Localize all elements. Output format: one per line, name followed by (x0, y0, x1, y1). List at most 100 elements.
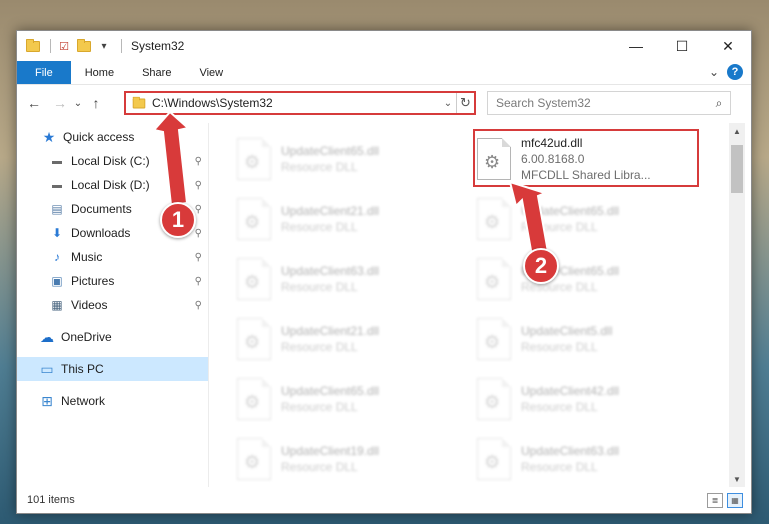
computer-icon: ▭ (40, 360, 54, 377)
sidebar-item-label: Local Disk (D:) (71, 178, 150, 192)
file-item[interactable]: ⚙ UpdateClient5.dll Resource DLL (477, 311, 707, 367)
drive-icon: ▬ (52, 155, 62, 167)
pin-icon[interactable]: ⚲ (195, 228, 202, 239)
search-box[interactable]: Search System32 ⌕ (487, 91, 731, 115)
new-folder-icon[interactable] (76, 38, 92, 54)
pin-icon[interactable]: ⚲ (195, 204, 202, 215)
file-name: UpdateClient63.dll (521, 444, 620, 458)
pin-icon[interactable]: ⚲ (195, 300, 202, 311)
tab-share[interactable]: Share (128, 61, 185, 84)
videos-icon: ▦ (51, 298, 63, 312)
file-item[interactable]: ⚙ UpdateClient65.dll Resource DLL (237, 371, 467, 427)
star-icon: ★ (42, 128, 56, 145)
sidebar-item-label: This PC (61, 362, 104, 376)
step-badge-2: 2 (523, 248, 559, 284)
dll-file-icon: ⚙ (237, 198, 271, 240)
vertical-scrollbar[interactable]: ▲ ▼ (729, 123, 745, 487)
sidebar-item-network[interactable]: ⊞ Network (17, 389, 208, 413)
folder-icon (132, 96, 146, 108)
sidebar-item-local-disk-c[interactable]: ▬ Local Disk (C:) ⚲ (17, 149, 208, 173)
gear-icon: ⚙ (484, 212, 501, 232)
scroll-up-icon[interactable]: ▲ (729, 123, 745, 139)
sidebar-item-label: Documents (71, 202, 132, 216)
details-view-icon[interactable]: ≣ (707, 493, 723, 508)
sidebar-item-pictures[interactable]: ▣ Pictures ⚲ (17, 269, 208, 293)
dll-file-icon: ⚙ (477, 378, 511, 420)
gear-icon: ⚙ (244, 272, 261, 292)
tab-file[interactable]: File (17, 61, 71, 84)
file-item[interactable]: ⚙ UpdateClient63.dll Resource DLL (477, 431, 707, 487)
chevron-down-icon[interactable]: ⌄ (440, 98, 456, 109)
dll-file-icon: ⚙ (477, 258, 511, 300)
recent-locations-button[interactable]: ⌄ (71, 92, 85, 114)
up-button[interactable]: ↑ (85, 92, 107, 114)
file-item[interactable]: ⚙ UpdateClient63.dll Resource DLL (237, 251, 467, 307)
divider (50, 39, 51, 53)
file-item[interactable]: ⚙ UpdateClient21.dll Resource DLL (237, 191, 467, 247)
file-type: Resource DLL (281, 280, 358, 294)
file-item[interactable]: ⚙ UpdateClient65.dll Resource DLL (477, 191, 707, 247)
address-bar[interactable]: C:\Windows\System32 ⌄ ↻ (124, 91, 476, 115)
back-button[interactable]: ← (23, 92, 45, 114)
forward-button[interactable]: → (49, 92, 71, 114)
file-item[interactable]: ⚙ UpdateClient65.dll Resource DLL (237, 131, 467, 187)
file-name: UpdateClient5.dll (521, 324, 613, 338)
file-item[interactable]: ⚙ UpdateClient19.dll Resource DLL (237, 431, 467, 487)
scroll-down-icon[interactable]: ▼ (729, 471, 745, 487)
pin-icon[interactable]: ⚲ (195, 156, 202, 167)
sidebar-item-label: OneDrive (61, 330, 112, 344)
sidebar-item-quick-access[interactable]: ★ Quick access (17, 125, 208, 149)
sidebar-item-this-pc[interactable]: ▭ This PC (17, 357, 208, 381)
pictures-icon: ▣ (51, 274, 63, 288)
file-type: Resource DLL (281, 400, 358, 414)
close-button[interactable]: ✕ (705, 31, 751, 61)
sidebar-item-music[interactable]: ♪ Music ⚲ (17, 245, 208, 269)
sidebar-item-label: Downloads (71, 226, 131, 240)
help-icon[interactable]: ? (727, 64, 743, 80)
search-input[interactable]: Search System32 (496, 96, 708, 110)
dll-file-icon: ⚙ (237, 318, 271, 360)
sidebar-item-label: Network (61, 394, 106, 408)
pin-icon[interactable]: ⚲ (195, 180, 202, 191)
maximize-button[interactable]: ☐ (659, 31, 705, 61)
navigation-bar: ← → ⌄ ↑ C:\Windows\System32 ⌄ ↻ Search S… (17, 85, 751, 121)
file-type: Resource DLL (521, 340, 598, 354)
title-bar[interactable]: ☑ ▾ System32 — ☐ ✕ (17, 31, 751, 61)
minimize-button[interactable]: — (613, 31, 659, 61)
file-type: Resource DLL (281, 340, 358, 354)
divider (121, 39, 122, 53)
file-name: UpdateClient21.dll (281, 204, 380, 218)
sidebar-item-label: Local Disk (C:) (71, 154, 150, 168)
file-name: UpdateClient19.dll (281, 444, 380, 458)
download-icon: ⬇ (51, 226, 63, 240)
step-badge-1: 1 (160, 202, 196, 238)
gear-icon: ⚙ (484, 272, 501, 292)
properties-icon[interactable]: ☑ (56, 38, 72, 54)
file-item[interactable]: ⚙ UpdateClient65.dll Resource DLL (477, 251, 707, 307)
gear-icon: ⚙ (244, 212, 261, 232)
dll-file-icon: ⚙ (477, 318, 511, 360)
file-name: UpdateClient65.dll (281, 144, 380, 158)
search-icon[interactable]: ⌕ (708, 96, 730, 111)
dll-file-icon: ⚙ (237, 138, 271, 180)
pin-icon[interactable]: ⚲ (195, 276, 202, 287)
address-path[interactable]: C:\Windows\System32 (152, 96, 440, 110)
scroll-thumb[interactable] (731, 145, 743, 193)
chevron-down-icon[interactable]: ⌄ (709, 65, 719, 79)
file-type: Resource DLL (281, 460, 358, 474)
sidebar-item-onedrive[interactable]: ☁ OneDrive (17, 325, 208, 349)
refresh-icon[interactable]: ↻ (456, 93, 474, 113)
file-type: Resource DLL (521, 400, 598, 414)
tab-home[interactable]: Home (71, 61, 128, 84)
selection-highlight (473, 129, 699, 187)
file-item[interactable]: ⚙ UpdateClient21.dll Resource DLL (237, 311, 467, 367)
customize-toolbar-icon[interactable]: ▾ (96, 38, 112, 54)
sidebar-item-videos[interactable]: ▦ Videos ⚲ (17, 293, 208, 317)
file-item[interactable]: ⚙ UpdateClient42.dll Resource DLL (477, 371, 707, 427)
file-type: Resource DLL (281, 160, 358, 174)
view-switcher: ≣ ▦ (707, 493, 743, 508)
sidebar-item-local-disk-d[interactable]: ▬ Local Disk (D:) ⚲ (17, 173, 208, 197)
tab-view[interactable]: View (185, 61, 237, 84)
pin-icon[interactable]: ⚲ (195, 252, 202, 263)
tiles-view-icon[interactable]: ▦ (727, 493, 743, 508)
